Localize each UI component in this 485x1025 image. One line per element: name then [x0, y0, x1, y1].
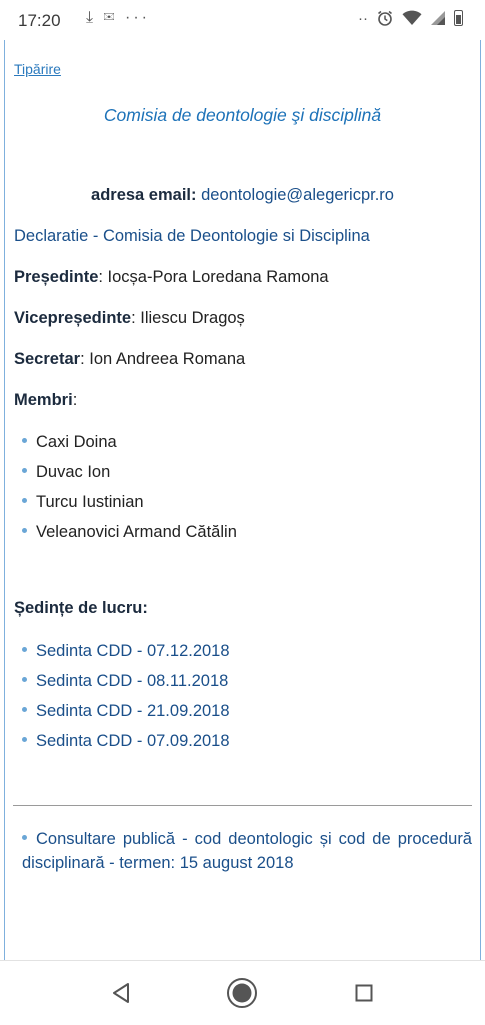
alarm-icon [378, 10, 392, 26]
bullet-icon [22, 835, 27, 840]
sessions-label: Ședințe de lucru: [14, 599, 148, 617]
vice-president-label: Vicepreședinte [14, 309, 132, 327]
session-label[interactable]: Sedinta CDD - 07.09.2018 [36, 732, 230, 751]
member-item: Turcu Iustinian [22, 493, 144, 512]
bullet-icon [22, 528, 27, 533]
bullet-icon [22, 498, 27, 503]
vice-president-name: Iliescu Dragoș [140, 309, 245, 327]
session-link[interactable]: Sedinta CDD - 08.11.2018 [22, 672, 228, 691]
status-bar: 17:20 ⤓ ✉ ··· ·· [0, 0, 485, 40]
vice-president-line: Vicepreședinte: Iliescu Dragoș [14, 309, 245, 327]
notification-icons: ⤓ ✉ ··· [86, 9, 150, 26]
content-border-left [4, 40, 5, 960]
battery-icon [454, 10, 463, 26]
print-link[interactable]: Tipărire [14, 61, 61, 77]
members-heading: Membri: [14, 391, 78, 409]
member-name: Caxi Doina [36, 433, 117, 451]
wifi-icon [402, 10, 422, 25]
consultation-link[interactable]: Consultare publică - cod deontologic și … [22, 827, 472, 875]
bullet-icon [22, 468, 27, 473]
session-link[interactable]: Sedinta CDD - 21.09.2018 [22, 702, 230, 721]
content-border-right [480, 40, 481, 960]
bullet-icon [22, 737, 27, 742]
email-line: adresa email: deontologie@alegericpr.ro [0, 186, 485, 205]
bullet-icon [22, 707, 27, 712]
session-label[interactable]: Sedinta CDD - 07.12.2018 [36, 642, 230, 661]
secretary-label: Secretar [14, 350, 81, 368]
dots-icon: ·· [358, 9, 368, 27]
president-line: Președinte: Iocșa-Pora Loredana Ramona [14, 268, 329, 286]
member-item: Veleanovici Armand Cătălin [22, 523, 237, 542]
members-label: Membri [14, 391, 73, 409]
session-link[interactable]: Sedinta CDD - 07.09.2018 [22, 732, 230, 751]
email-link[interactable]: deontologie@alegericpr.ro [201, 186, 394, 204]
divider [13, 805, 472, 806]
system-icons: ·· [358, 9, 463, 27]
bullet-icon [22, 677, 27, 682]
signal-icon [431, 11, 445, 25]
bullet-icon [22, 647, 27, 652]
member-item: Caxi Doina [22, 433, 117, 452]
navigation-bar [0, 960, 485, 1025]
page-title: Comisia de deontologie şi disciplină [103, 105, 382, 125]
member-name: Turcu Iustinian [36, 493, 144, 511]
consultation-label[interactable]: Consultare publică - cod deontologic și … [22, 830, 472, 872]
status-time: 17:20 [18, 11, 61, 30]
sessions-heading: Ședințe de lucru: [14, 599, 148, 618]
member-item: Duvac Ion [22, 463, 110, 482]
back-icon[interactable] [111, 982, 131, 1004]
session-label[interactable]: Sedinta CDD - 08.11.2018 [36, 672, 228, 691]
session-link[interactable]: Sedinta CDD - 07.12.2018 [22, 642, 230, 661]
member-name: Veleanovici Armand Cătălin [36, 523, 237, 541]
recents-icon[interactable] [355, 984, 373, 1002]
secretary-name: Ion Andreea Romana [89, 350, 246, 368]
email-label: adresa email: [91, 186, 197, 204]
page-content: Tipărire Comisia de deontologie şi disci… [0, 40, 485, 960]
home-icon[interactable] [226, 977, 258, 1009]
president-label: Președinte [14, 268, 99, 286]
session-label[interactable]: Sedinta CDD - 21.09.2018 [36, 702, 230, 721]
president-name: Iocșa-Pora Loredana Ramona [107, 268, 329, 286]
member-name: Duvac Ion [36, 463, 111, 481]
bullet-icon [22, 438, 27, 443]
secretary-line: Secretar: Ion Andreea Romana [14, 350, 246, 368]
declaration-link[interactable]: Declaratie - Comisia de Deontologie si D… [14, 227, 370, 246]
